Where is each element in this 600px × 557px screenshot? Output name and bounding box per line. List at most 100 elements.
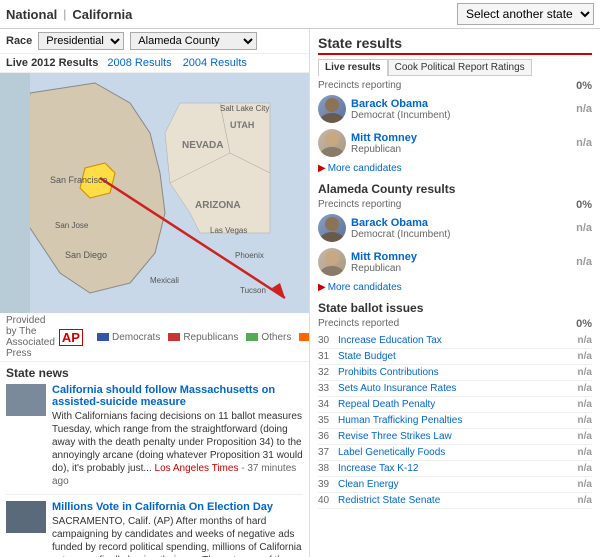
- county-romney-photo: [318, 248, 346, 276]
- ballot-desc[interactable]: Clean Energy: [338, 477, 566, 493]
- news-headline-2[interactable]: Millions Vote in California On Election …: [52, 501, 303, 513]
- state-select[interactable]: Select another state: [457, 3, 594, 25]
- county-obama-info: Barack Obama Democrat (Incumbent): [351, 217, 571, 240]
- ballot-precincts-label: Precincts reported: [318, 318, 399, 330]
- ballot-val: n/a: [566, 349, 592, 365]
- news-body-1: With Californians facing decisions on 11…: [52, 410, 303, 488]
- link-2008[interactable]: 2008 Results: [107, 57, 171, 69]
- link-2004[interactable]: 2004 Results: [183, 57, 247, 69]
- ballot-num: 35: [318, 413, 338, 429]
- legend-others-label: Others: [261, 332, 291, 343]
- county-romney-party: Republican: [351, 263, 571, 274]
- state-results-section: State results Live results Cook Politica…: [318, 35, 592, 174]
- ballot-num: 32: [318, 365, 338, 381]
- ballot-issues-title: State ballot issues: [318, 301, 592, 315]
- svg-text:Mexicali: Mexicali: [150, 276, 179, 285]
- tab-live-results[interactable]: Live results: [318, 59, 388, 76]
- ballot-num: 30: [318, 333, 338, 349]
- ballot-num: 36: [318, 429, 338, 445]
- state-results-header: Precincts reporting 0%: [318, 80, 592, 92]
- news-headline-1[interactable]: California should follow Massachusetts o…: [52, 384, 303, 408]
- tab-cook[interactable]: Cook Political Report Ratings: [388, 59, 532, 76]
- ballot-desc[interactable]: Revise Three Strikes Law: [338, 429, 566, 445]
- ballot-val: n/a: [566, 477, 592, 493]
- ballot-val: n/a: [566, 445, 592, 461]
- county-obama-name[interactable]: Barack Obama: [351, 217, 571, 229]
- ballot-desc[interactable]: Prohibits Contributions: [338, 365, 566, 381]
- county-precincts-pct: 0%: [576, 199, 592, 211]
- ballot-issues-section: State ballot issues Precincts reported 0…: [318, 301, 592, 509]
- svg-text:San Francisco: San Francisco: [50, 175, 108, 185]
- romney-pct: n/a: [576, 137, 592, 149]
- ballot-row: 36 Revise Three Strikes Law n/a: [318, 429, 592, 445]
- nav-national[interactable]: National: [6, 7, 57, 22]
- legend-extra: [299, 333, 310, 341]
- ballot-precincts-pct: 0%: [576, 318, 592, 330]
- nav-california[interactable]: California: [72, 7, 132, 22]
- county-romney-name[interactable]: Mitt Romney: [351, 251, 571, 263]
- ballot-table: 30 Increase Education Tax n/a 31 State B…: [318, 333, 592, 509]
- state-results-title: State results: [318, 35, 592, 55]
- ballot-desc[interactable]: State Budget: [338, 349, 566, 365]
- ballot-row: 35 Human Trafficking Penalties n/a: [318, 413, 592, 429]
- ballot-desc[interactable]: Human Trafficking Penalties: [338, 413, 566, 429]
- ballot-num: 39: [318, 477, 338, 493]
- county-candidate-row-romney: Mitt Romney Republican n/a: [318, 248, 592, 276]
- candidate-row-romney: Mitt Romney Republican n/a: [318, 129, 592, 157]
- more-candidates-county[interactable]: ▶ More candidates: [318, 282, 592, 293]
- arrow-icon-2: ▶: [318, 282, 326, 293]
- more-candidates-state[interactable]: ▶ More candidates: [318, 163, 592, 174]
- news-content-1: California should follow Massachusetts o…: [52, 384, 303, 488]
- romney-photo: [318, 129, 346, 157]
- map-area: San Francisco San Jose San Diego NEVADA …: [0, 73, 310, 313]
- obama-name[interactable]: Barack Obama: [351, 98, 571, 110]
- ballot-row: 31 State Budget n/a: [318, 349, 592, 365]
- ballot-desc[interactable]: Repeal Death Penalty: [338, 397, 566, 413]
- ap-logo: AP: [59, 329, 83, 346]
- ballot-row: 37 Label Genetically Foods n/a: [318, 445, 592, 461]
- ballot-row: 33 Sets Auto Insurance Rates n/a: [318, 381, 592, 397]
- state-news: State news California should follow Mass…: [0, 362, 309, 557]
- state-selector[interactable]: Select another state: [457, 3, 594, 25]
- romney-name[interactable]: Mitt Romney: [351, 132, 571, 144]
- ballot-val: n/a: [566, 461, 592, 477]
- ballot-val: n/a: [566, 365, 592, 381]
- county-results-header: Precincts reporting 0%: [318, 199, 592, 211]
- ballot-val: n/a: [566, 493, 592, 509]
- state-precincts-pct: 0%: [576, 80, 592, 92]
- ballot-num: 34: [318, 397, 338, 413]
- ballot-row: 39 Clean Energy n/a: [318, 477, 592, 493]
- ballot-results-header: Precincts reported 0%: [318, 318, 592, 330]
- legend-democrats: Democrats: [97, 332, 160, 343]
- news-thumb-2: [6, 501, 46, 533]
- svg-text:Phoenix: Phoenix: [235, 251, 264, 260]
- obama-info: Barack Obama Democrat (Incumbent): [351, 98, 571, 121]
- header: National | California Select another sta…: [0, 0, 600, 29]
- right-panel: State results Live results Cook Politica…: [310, 29, 600, 557]
- romney-party: Republican: [351, 144, 571, 155]
- svg-text:NEVADA: NEVADA: [182, 140, 223, 151]
- svg-text:Tucson: Tucson: [240, 286, 266, 295]
- ballot-num: 37: [318, 445, 338, 461]
- svg-text:ARIZONA: ARIZONA: [195, 200, 241, 211]
- ballot-desc[interactable]: Increase Education Tax: [338, 333, 566, 349]
- ballot-desc[interactable]: Increase Tax K-12: [338, 461, 566, 477]
- race-select[interactable]: Presidential Senate House: [38, 32, 124, 50]
- svg-text:Las Vegas: Las Vegas: [210, 226, 247, 235]
- main-layout: Race Presidential Senate House Alameda C…: [0, 29, 600, 557]
- ballot-desc[interactable]: Redistrict State Senate: [338, 493, 566, 509]
- race-label: Race: [6, 35, 32, 47]
- ballot-desc[interactable]: Label Genetically Foods: [338, 445, 566, 461]
- legend-others: Others: [246, 332, 291, 343]
- state-precincts-label: Precincts reporting: [318, 80, 401, 92]
- ballot-num: 33: [318, 381, 338, 397]
- left-panel: Race Presidential Senate House Alameda C…: [0, 29, 310, 557]
- news-item: Millions Vote in California On Election …: [6, 501, 303, 557]
- svg-text:San Jose: San Jose: [55, 221, 89, 230]
- ballot-desc[interactable]: Sets Auto Insurance Rates: [338, 381, 566, 397]
- county-select[interactable]: Alameda County Los Angeles County: [130, 32, 257, 50]
- ballot-row: 38 Increase Tax K-12 n/a: [318, 461, 592, 477]
- news-thumb-1: [6, 384, 46, 416]
- news-content-2: Millions Vote in California On Election …: [52, 501, 303, 557]
- county-results-title: Alameda County results: [318, 182, 592, 196]
